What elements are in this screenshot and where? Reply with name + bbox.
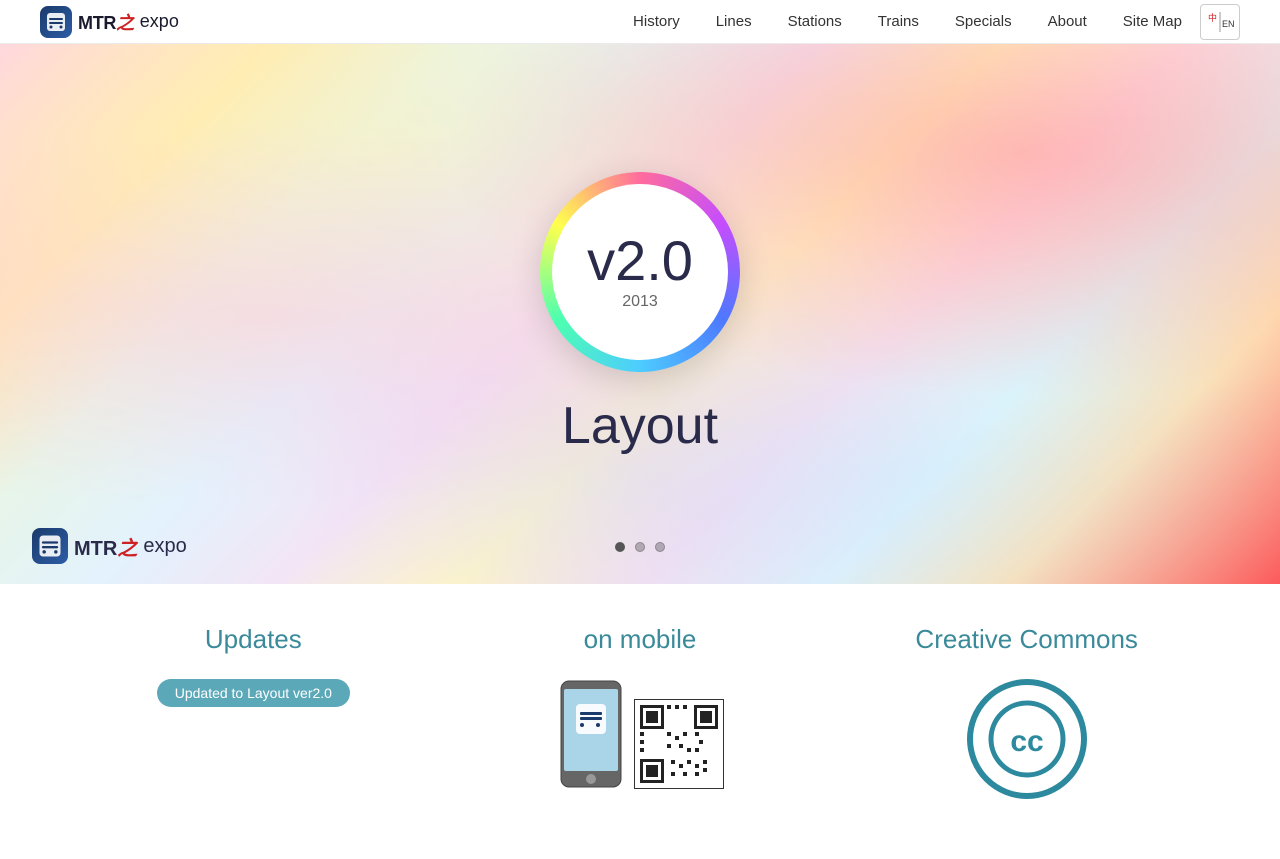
nav-trains[interactable]: Trains <box>860 0 937 44</box>
version-year: 2013 <box>622 293 658 311</box>
logo-mtr: MTR之 <box>78 9 134 35</box>
svg-text:cc: cc <box>1010 725 1043 758</box>
nav-history[interactable]: History <box>615 0 698 44</box>
mobile-illustration <box>556 679 724 789</box>
hero-logo-expo: expo <box>143 535 186 558</box>
version-number: v2.0 <box>587 233 693 289</box>
cc-title: Creative Commons <box>915 624 1138 655</box>
logo-expo: expo <box>140 11 179 32</box>
version-circle: v2.0 2013 <box>540 172 740 372</box>
carousel-dot-1[interactable] <box>615 542 625 552</box>
cc-icon: cc <box>967 679 1087 799</box>
hero-logo-text: MTR之 <box>74 532 137 561</box>
carousel-dots <box>615 542 665 552</box>
cc-column: Creative Commons cc <box>833 624 1220 799</box>
hero-logo-icon <box>32 528 68 564</box>
bottom-section: Updates Updated to Layout ver2.0 on mobi… <box>0 584 1280 859</box>
updates-column: Updates Updated to Layout ver2.0 <box>60 624 447 799</box>
hero-logo: MTR之 expo <box>32 528 187 564</box>
svg-text:中: 中 <box>1208 12 1217 23</box>
updates-title: Updates <box>205 624 302 655</box>
nav-specials[interactable]: Specials <box>937 0 1030 44</box>
mobile-column: on mobile <box>447 624 834 799</box>
update-badge[interactable]: Updated to Layout ver2.0 <box>157 679 350 707</box>
svg-text:EN: EN <box>1222 19 1234 29</box>
logo-icon <box>40 6 72 38</box>
main-nav: History Lines Stations Trains Specials A… <box>615 0 1240 44</box>
nav-stations[interactable]: Stations <box>770 0 860 44</box>
logo-zh: 之 <box>116 13 134 33</box>
version-circle-inner: v2.0 2013 <box>552 184 728 360</box>
nav-about[interactable]: About <box>1030 0 1105 44</box>
hero-title: Layout <box>562 396 718 456</box>
carousel-dot-2[interactable] <box>635 542 645 552</box>
cc-svg: cc <box>987 699 1067 779</box>
lang-toggle[interactable]: 中 EN <box>1200 4 1240 40</box>
navbar: MTR之 expo History Lines Stations Trains … <box>0 0 1280 44</box>
logo-link[interactable]: MTR之 expo <box>40 6 179 38</box>
carousel-dot-3[interactable] <box>655 542 665 552</box>
qr-code <box>634 699 724 789</box>
mobile-title: on mobile <box>584 624 697 655</box>
nav-lines[interactable]: Lines <box>698 0 770 44</box>
hero-section: v2.0 2013 Layout MTR之 expo <box>0 44 1280 584</box>
nav-sitemap[interactable]: Site Map <box>1105 0 1200 44</box>
phone-icon <box>556 679 626 789</box>
version-circle-outer: v2.0 2013 <box>540 172 740 372</box>
